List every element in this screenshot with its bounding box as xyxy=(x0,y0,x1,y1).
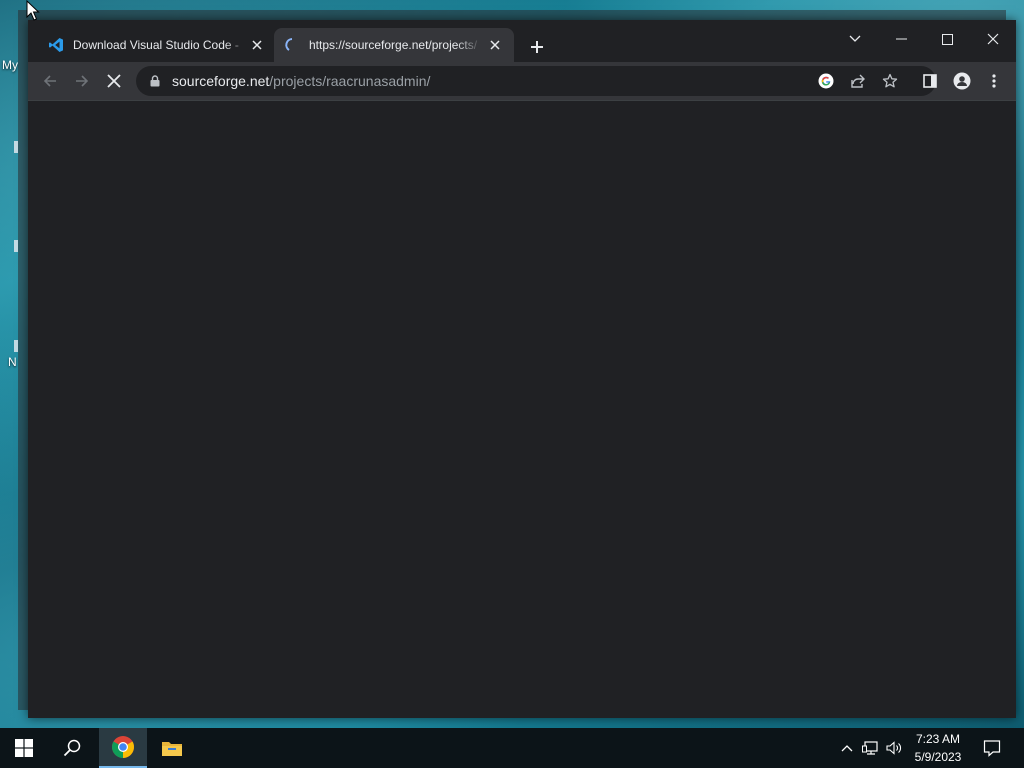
new-tab-button[interactable] xyxy=(526,36,548,58)
tab-search-button[interactable] xyxy=(832,24,878,54)
chevron-up-icon xyxy=(841,745,853,752)
chevron-down-icon xyxy=(849,35,861,42)
tab-close-button[interactable] xyxy=(248,36,266,54)
minimize-button[interactable] xyxy=(878,24,924,54)
close-window-button[interactable] xyxy=(970,24,1016,54)
tab-sourceforge[interactable]: https://sourceforge.net/projects/ xyxy=(274,28,514,62)
file-explorer-icon xyxy=(162,742,182,756)
volume-icon xyxy=(886,741,901,755)
volume-button[interactable] xyxy=(883,728,905,768)
close-icon xyxy=(107,74,121,88)
tab-strip: Download Visual Studio Code - M https://… xyxy=(28,20,1016,62)
mouse-cursor-icon xyxy=(26,0,40,21)
lock-icon[interactable] xyxy=(148,74,162,88)
bookmark-star-icon[interactable] xyxy=(878,69,902,93)
url-host: sourceforge.net xyxy=(172,73,270,89)
forward-button[interactable] xyxy=(68,67,96,95)
stop-loading-button[interactable] xyxy=(100,67,128,95)
maximize-button[interactable] xyxy=(924,24,970,54)
show-hidden-icons-button[interactable] xyxy=(836,728,858,768)
loading-spinner-icon xyxy=(284,37,300,53)
search-icon xyxy=(63,739,81,757)
chrome-icon xyxy=(112,736,134,758)
tab-title-fade xyxy=(456,28,482,62)
network-icon xyxy=(862,741,878,755)
tab-vscode-download[interactable]: Download Visual Studio Code - M xyxy=(40,28,274,62)
tab-close-button[interactable] xyxy=(486,36,504,54)
close-icon xyxy=(490,40,500,50)
arrow-right-icon xyxy=(76,75,89,87)
menu-button[interactable] xyxy=(980,67,1008,95)
page-content[interactable] xyxy=(28,100,1016,718)
side-panel-button[interactable] xyxy=(916,67,944,95)
url-path: /projects/raacrunasadmin/ xyxy=(269,73,431,89)
tab-title: https://sourceforge.net/projects/ xyxy=(309,38,478,52)
minimize-icon xyxy=(895,38,907,40)
desktop-icon-label[interactable]: N xyxy=(8,355,17,369)
clock-date: 5/9/2023 xyxy=(914,750,962,764)
windows-start-icon xyxy=(15,739,33,757)
taskbar-file-explorer[interactable] xyxy=(148,728,196,768)
browser-window: Download Visual Studio Code - M https://… xyxy=(28,20,1016,718)
maximize-icon xyxy=(941,33,953,45)
close-icon xyxy=(987,33,999,45)
network-button[interactable] xyxy=(860,728,882,768)
close-icon xyxy=(252,40,262,50)
profile-button[interactable] xyxy=(948,67,976,95)
taskbar-clock[interactable]: 7:23 AM 5/9/2023 xyxy=(904,730,972,766)
tab-title-fade xyxy=(224,28,250,62)
clock-time: 7:23 AM xyxy=(915,732,961,746)
tab-title: Download Visual Studio Code - M xyxy=(73,38,242,52)
kebab-menu-icon xyxy=(992,74,996,88)
taskbar: 7:23 AM 5/9/2023 xyxy=(0,728,1024,768)
profile-icon xyxy=(953,72,971,90)
side-panel-icon xyxy=(923,74,937,88)
share-icon[interactable] xyxy=(846,69,870,93)
vscode-icon xyxy=(48,37,64,53)
back-button[interactable] xyxy=(36,67,64,95)
url-text: sourceforge.net/projects/raacrunasadmin/ xyxy=(172,73,430,89)
browser-toolbar: sourceforge.net/projects/raacrunasadmin/ xyxy=(28,62,1016,100)
address-bar[interactable]: sourceforge.net/projects/raacrunasadmin/ xyxy=(136,66,936,96)
google-lens-icon[interactable] xyxy=(814,69,838,93)
arrow-left-icon xyxy=(43,75,56,87)
taskbar-chrome[interactable] xyxy=(99,728,147,768)
start-button[interactable] xyxy=(0,728,48,768)
desktop-icon-label[interactable]: My xyxy=(2,58,18,72)
notifications-icon xyxy=(983,740,1001,757)
action-center-button[interactable] xyxy=(976,728,1008,768)
plus-icon xyxy=(531,41,543,53)
search-button[interactable] xyxy=(48,728,96,768)
